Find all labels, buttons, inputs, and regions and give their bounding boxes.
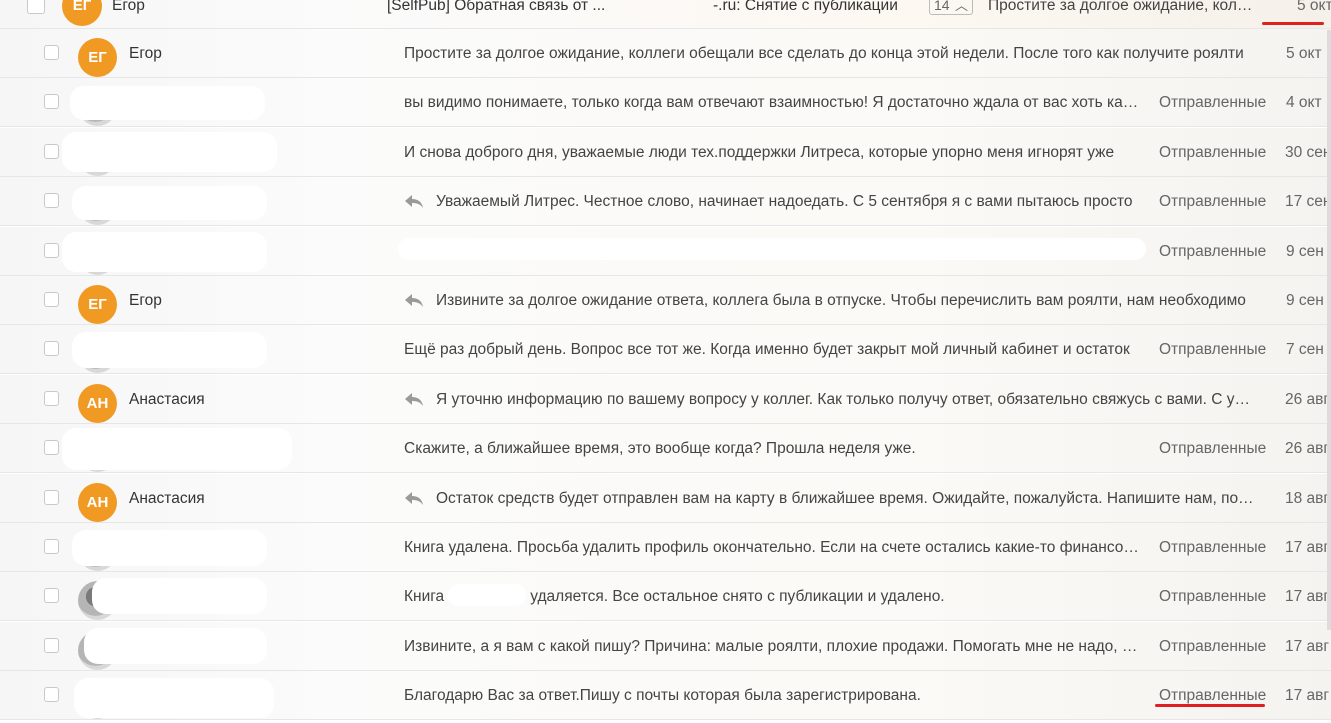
message-date: 5 окт bbox=[1286, 45, 1322, 62]
select-checkbox[interactable] bbox=[44, 391, 59, 406]
sender-name: Егор bbox=[112, 0, 145, 14]
message-row[interactable]: ЕГ Егор Простите за долгое ожидание, колле… bbox=[0, 29, 1331, 78]
message-snippet: Я уточню информацию по вашему вопросу у … bbox=[436, 391, 1255, 408]
red-underline-mark bbox=[1155, 704, 1265, 707]
message-snippet: вы видимо понимаете, только когда вам от… bbox=[404, 94, 1144, 111]
message-snippet: И снова доброго дня, уважаемые люди тех.… bbox=[404, 144, 1115, 161]
message-list: ЕГ Егор [SelfPub] Обратная связь от ... … bbox=[0, 0, 1331, 723]
redaction-mark bbox=[70, 86, 265, 120]
folder-label: Отправленные bbox=[1159, 94, 1267, 111]
select-checkbox[interactable] bbox=[44, 144, 59, 159]
message-snippet: Простите за долгое ожидание, коллеги обе… bbox=[988, 0, 1256, 14]
redaction-mark bbox=[62, 428, 292, 470]
sender-name: Анастасия bbox=[129, 391, 205, 408]
message-date: 17 авг bbox=[1285, 539, 1330, 556]
folder-label: Отправленные bbox=[1159, 588, 1267, 605]
thread-count-badge[interactable]: 14 ︿ bbox=[929, 0, 973, 15]
reply-icon bbox=[403, 489, 425, 507]
folder-label: Отправленные bbox=[1159, 243, 1267, 260]
folder-label: Отправленные bbox=[1159, 539, 1267, 556]
select-checkbox[interactable] bbox=[44, 193, 59, 208]
reply-icon bbox=[403, 291, 425, 309]
sender-avatar: АН bbox=[78, 384, 117, 423]
scrollbar[interactable] bbox=[1327, 30, 1331, 630]
message-row[interactable]: АН Анастасия Остаток средств будет отправл… bbox=[0, 474, 1331, 523]
message-row[interactable]: ЕГ Егор Извините за долгое ожидание ответа… bbox=[0, 276, 1331, 325]
select-checkbox[interactable] bbox=[44, 490, 59, 505]
message-snippet: Скажите, а ближайшее время, это вообще к… bbox=[404, 440, 916, 457]
redaction-mark bbox=[72, 530, 267, 566]
message-date: 18 авг bbox=[1285, 490, 1330, 507]
reply-icon bbox=[403, 390, 425, 408]
sender-name: Егор bbox=[129, 45, 162, 62]
message-snippet: Благодарю Вас за ответ.Пишу с почты кото… bbox=[404, 687, 921, 704]
select-checkbox[interactable] bbox=[44, 243, 59, 258]
message-row-top[interactable]: ЕГ Егор [SelfPub] Обратная связь от ... … bbox=[0, 0, 1331, 29]
message-snippet: Книга удалена. Просьба удалить профиль о… bbox=[404, 539, 1144, 556]
redaction-mark bbox=[92, 578, 267, 614]
message-snippet: Извините, а я вам с какой пишу? Причина:… bbox=[404, 638, 1144, 655]
sender-name: Егор bbox=[129, 292, 162, 309]
message-date: 17 авг bbox=[1285, 588, 1330, 605]
message-snippet: Остаток средств будет отправлен вам на к… bbox=[436, 490, 1255, 507]
select-checkbox[interactable] bbox=[27, 0, 45, 14]
select-checkbox[interactable] bbox=[44, 94, 59, 109]
redaction-mark bbox=[398, 238, 1146, 260]
redaction-mark bbox=[62, 232, 267, 272]
message-date: 30 сен bbox=[1285, 144, 1331, 161]
message-snippet: Простите за долгое ожидание, коллеги обе… bbox=[404, 45, 1244, 62]
reply-icon bbox=[403, 192, 425, 210]
redaction-mark bbox=[84, 628, 267, 664]
message-date: 4 окт bbox=[1286, 94, 1322, 111]
message-row[interactable]: АН Анастасия Я уточню информацию по вашему… bbox=[0, 375, 1331, 424]
sender-name: Анастасия bbox=[129, 490, 205, 507]
message-snippet: Извините за долгое ожидание ответа, колл… bbox=[436, 292, 1246, 309]
folder-label: Отправленные bbox=[1159, 638, 1267, 655]
message-date: 7 сен bbox=[1286, 341, 1324, 358]
sender-avatar: ЕГ bbox=[78, 38, 117, 77]
redaction-mark bbox=[448, 584, 526, 606]
redaction-mark bbox=[74, 678, 274, 718]
message-date: 26 авг bbox=[1285, 391, 1330, 408]
sender-avatar: ЕГ bbox=[62, 0, 102, 26]
message-date: 17 авг bbox=[1285, 687, 1330, 704]
select-checkbox[interactable] bbox=[44, 440, 59, 455]
select-checkbox[interactable] bbox=[44, 539, 59, 554]
message-snippet: Ещё раз добрый день. Вопрос все тот же. … bbox=[404, 341, 1130, 358]
red-underline-mark bbox=[1262, 22, 1324, 25]
folder-label: Отправленные bbox=[1159, 144, 1267, 161]
folder-label: Отправленные bbox=[1159, 440, 1267, 457]
sender-avatar: ЕГ bbox=[78, 285, 117, 324]
folder-label: Отправленные bbox=[1159, 193, 1267, 210]
select-checkbox[interactable] bbox=[44, 292, 59, 307]
select-checkbox[interactable] bbox=[44, 45, 59, 60]
folder-label: Отправленные bbox=[1159, 687, 1267, 704]
select-checkbox[interactable] bbox=[44, 588, 59, 603]
select-checkbox[interactable] bbox=[44, 687, 59, 702]
redaction-mark bbox=[62, 132, 277, 172]
thread-count: 14 bbox=[934, 0, 950, 13]
sender-avatar: АН bbox=[78, 483, 117, 522]
redaction-mark bbox=[72, 186, 267, 220]
folder-label: Отправленные bbox=[1159, 341, 1267, 358]
message-date: 17 авг bbox=[1285, 638, 1330, 655]
message-date: 5 окт bbox=[1297, 0, 1331, 14]
message-date: 9 сен bbox=[1286, 292, 1324, 309]
redaction-mark bbox=[72, 332, 267, 368]
message-snippet: Уважаемый Литрес. Честное слово, начинае… bbox=[436, 193, 1133, 210]
select-checkbox[interactable] bbox=[44, 638, 59, 653]
message-date: 9 сен bbox=[1286, 243, 1324, 260]
message-date: 17 сен bbox=[1285, 193, 1331, 210]
message-subject: [SelfPub] Обратная связь от ... -.ru: Сн… bbox=[387, 0, 898, 14]
chevron-up-icon: ︿ bbox=[955, 0, 969, 13]
select-checkbox[interactable] bbox=[44, 341, 59, 356]
message-date: 26 авг bbox=[1285, 440, 1330, 457]
